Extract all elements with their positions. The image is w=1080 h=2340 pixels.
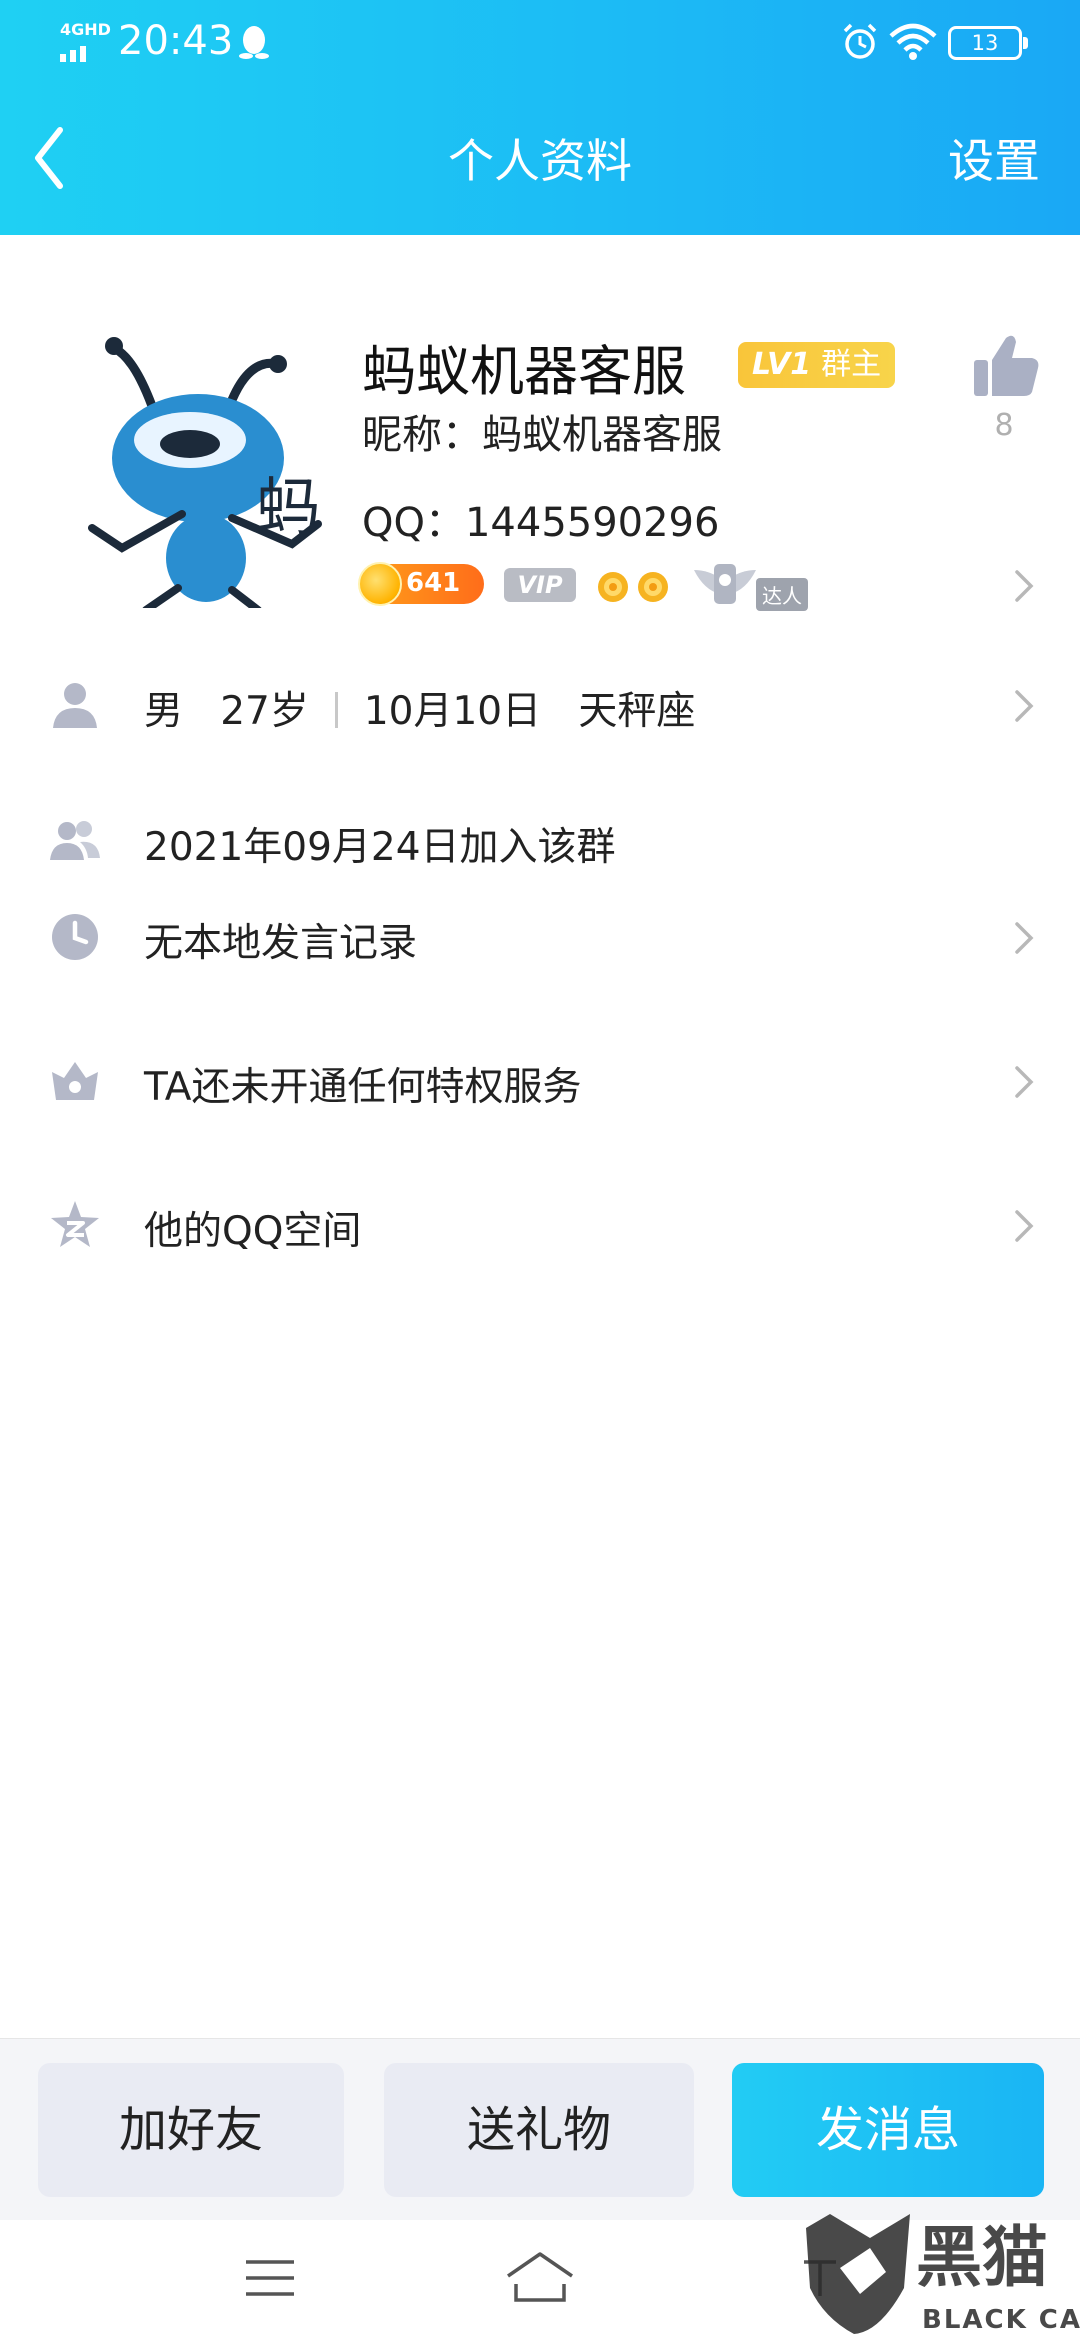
person-icon	[53, 683, 97, 728]
signal-icon	[60, 46, 86, 62]
watermark-cn: 黑猫	[916, 2219, 1048, 2296]
birthday: 10月10日	[363, 689, 542, 734]
status-bar: 4GHD 20:43 13	[0, 0, 1080, 90]
action-bar: 加好友 送礼物 发消息	[0, 2038, 1080, 2220]
join-date: 2021年09月24日加入该群	[144, 825, 616, 870]
add-friend-button[interactable]: 加好友	[38, 2063, 344, 2197]
like-button[interactable]: 8	[964, 330, 1044, 450]
coin-icon	[358, 562, 402, 606]
level-label: LV1	[752, 347, 812, 382]
battery-indicator: 13	[948, 26, 1028, 60]
wifi-icon	[889, 23, 937, 60]
group-owner-badge: LV1 群主	[738, 342, 896, 388]
speech-record: 无本地发言记录	[144, 921, 418, 966]
avatar-text: 蚂	[256, 472, 320, 546]
network-indicator: 4GHD	[58, 20, 111, 64]
like-count: 8	[994, 408, 1014, 443]
chevron-right-icon	[1015, 1210, 1034, 1242]
vip-badge: VIP	[504, 568, 576, 602]
separator	[334, 692, 338, 728]
qq-number: QQ：1445590296	[362, 500, 720, 546]
send-message-button[interactable]: 发消息	[732, 2063, 1044, 2197]
gender: 男	[144, 689, 184, 734]
qq-penguin-icon	[239, 26, 269, 59]
sun-level-icon	[598, 572, 628, 602]
top-bar: 4GHD 20:43 13 个人资料 设置	[0, 0, 1080, 235]
badge-row[interactable]: 641 VIP 达人	[358, 560, 820, 611]
alarm-icon	[843, 23, 877, 59]
avatar[interactable]: 蚂	[82, 318, 334, 608]
home-icon[interactable]	[504, 2250, 576, 2304]
watermark-en: BLACK CAT	[922, 2305, 1080, 2335]
settings-button[interactable]: 设置	[948, 125, 1040, 191]
crown-icon	[52, 1062, 98, 1100]
profile-name: 蚂蚁机器客服	[362, 340, 686, 403]
chevron-right-icon[interactable]	[1012, 566, 1036, 606]
coin-badge: 641	[358, 562, 484, 606]
page-title: 个人资料	[448, 134, 632, 188]
basic-info-text: 男 27岁 10月10日 天秤座	[144, 680, 695, 736]
thumbs-up-icon	[974, 335, 1039, 396]
group-icon	[50, 821, 100, 860]
nickname: 昵称：蚂蚁机器客服	[362, 412, 722, 458]
send-gift-button[interactable]: 送礼物	[384, 2063, 694, 2197]
clock-icon	[52, 914, 98, 960]
battery-level: 13	[971, 31, 999, 55]
age: 27岁	[220, 689, 309, 734]
chevron-right-icon	[1015, 922, 1034, 954]
network-label: 4GHD	[60, 20, 111, 39]
zodiac: 天秤座	[578, 689, 696, 734]
talent-badge: 达人	[690, 560, 810, 611]
chevron-right-icon	[1015, 690, 1034, 722]
qzone-link: 他的QQ空间	[144, 1209, 362, 1254]
sun-level-icon	[638, 572, 668, 602]
ant-logo-icon: 蚂	[88, 337, 322, 608]
role-label: 群主	[821, 347, 882, 382]
black-cat-watermark: 黑猫 BLACK CAT	[806, 2214, 1080, 2335]
coin-count: 641	[406, 568, 461, 598]
menu-icon[interactable]	[244, 2256, 296, 2300]
privilege-status: TA还未开通任何特权服务	[144, 1065, 582, 1110]
wing-icon	[694, 564, 756, 604]
talent-label: 达人	[756, 578, 808, 611]
chevron-right-icon	[1015, 1066, 1034, 1098]
qzone-star-icon	[51, 1201, 99, 1247]
status-time: 20:43	[118, 18, 234, 64]
